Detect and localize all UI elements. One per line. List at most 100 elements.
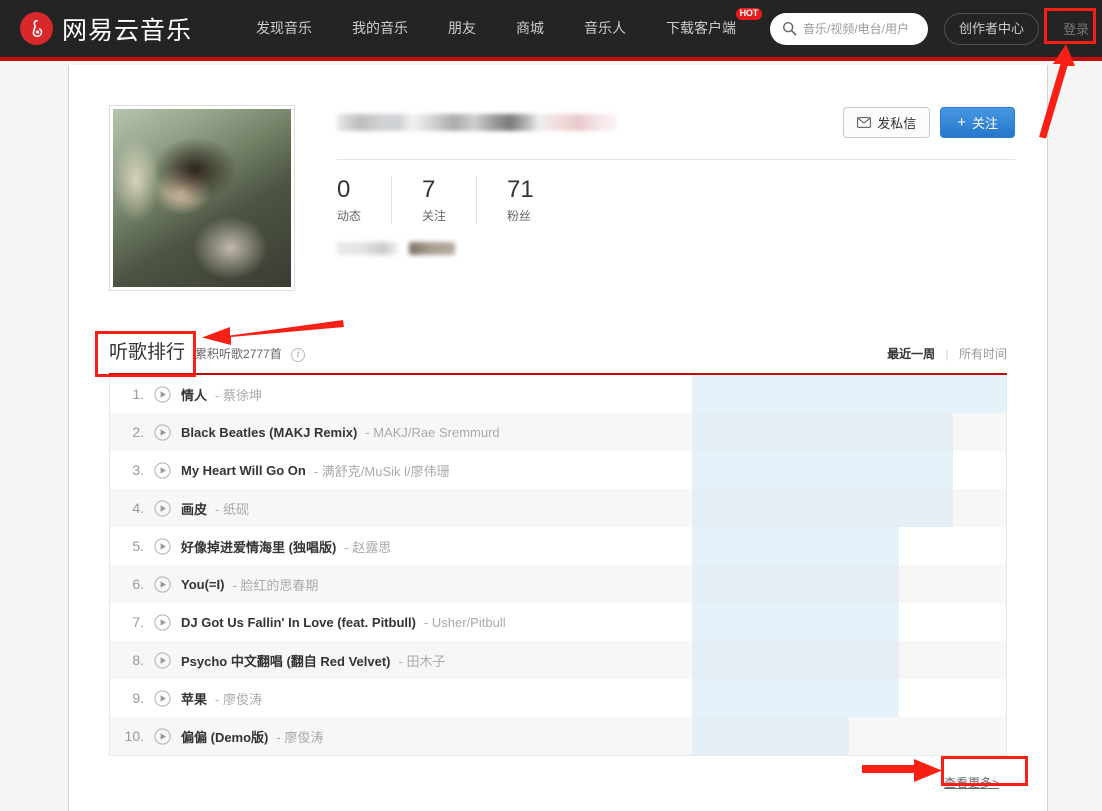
song-artist[interactable]: - 田木子 [399,651,446,670]
song-artist[interactable]: - 满舒克/MuSik l/廖伟珊 [314,461,450,480]
play-icon[interactable] [154,575,171,593]
song-row[interactable]: 3. My Heart Will Go On - 满舒克/MuSik l/廖伟珊 [110,451,1006,489]
song-row[interactable]: 7. DJ Got Us Fallin' In Love (feat. Pitbu… [110,603,1006,641]
stat-label: 粉丝 [507,209,532,223]
period-selector: 最近一周 | 所有时间 [887,345,1007,362]
info-icon[interactable]: i [291,347,306,362]
song-title[interactable]: Black Beatles (MAKJ Remix) [181,425,357,440]
song-row[interactable]: 9. 苹果 - 廖俊涛 [110,679,1006,717]
period-week-tab[interactable]: 最近一周 [887,347,935,361]
nav-label: 下载客户端 [666,20,737,36]
ranking-subtitle-text: 累积听歌2777首 [195,347,282,361]
play-count-bar [692,717,850,755]
avatar[interactable] [109,105,295,291]
play-count-bar [692,679,900,717]
search-input[interactable] [803,21,924,36]
plus-icon: + [957,113,966,131]
follow-button[interactable]: + 关注 [940,106,1015,138]
nav-item-discover[interactable]: 发现音乐 [236,0,332,57]
play-icon[interactable] [154,461,171,479]
stat-value: 71 [507,176,534,203]
nav-item-my-music[interactable]: 我的音乐 [332,0,428,57]
song-artist[interactable]: - 脸红的思春期 [232,575,318,594]
period-separator: | [945,347,949,361]
follow-label: 关注 [971,115,998,131]
stat-following[interactable]: 7 关注 [422,176,478,224]
profile-stats: 0 动态 7 关注 71 粉丝 [337,160,1015,224]
song-row[interactable]: 1. 情人 - 蔡徐坤 [110,375,1006,413]
play-icon[interactable] [154,423,171,441]
song-rank: 4. [132,500,144,516]
song-rank: 8. [132,652,144,668]
song-rank: 9. [132,690,144,706]
song-title[interactable]: DJ Got Us Fallin' In Love (feat. Pitbull… [181,615,416,630]
song-artist[interactable]: - 廖俊涛 [276,727,323,746]
login-button[interactable]: 登录 [1057,15,1095,42]
nav-label: 我的音乐 [352,20,409,36]
stat-events[interactable]: 0 动态 [337,176,393,224]
song-artist[interactable]: - Usher/Pitbull [424,615,506,630]
period-alltime-tab[interactable]: 所有时间 [959,347,1007,361]
nav-item-friends[interactable]: 朋友 [428,0,496,57]
song-artist[interactable]: - 廖俊涛 [215,689,262,708]
song-title[interactable]: 偏偏 (Demo版) [181,727,268,746]
song-artist[interactable]: - 纸砚 [215,499,249,518]
nav-label: 商城 [516,20,545,36]
play-icon[interactable] [154,727,171,745]
play-icon[interactable] [154,651,171,669]
song-row[interactable]: 5. 好像掉进爱情海里 (独唱版) - 赵露思 [110,527,1006,565]
nav-item-store[interactable]: 商城 [496,0,564,57]
nav-item-musician[interactable]: 音乐人 [564,0,646,57]
ranking-section-header: 听歌排行 累积听歌2777首 i 最近一周 | 所有时间 [109,337,1007,375]
nav-label: 音乐人 [584,20,627,36]
stat-value: 0 [337,176,351,203]
play-icon[interactable] [154,613,171,631]
song-title[interactable]: My Heart Will Go On [181,463,306,478]
stat-label: 动态 [337,209,362,223]
song-title[interactable]: 苹果 [181,689,207,708]
site-logo-text: 网易云音乐 [62,16,193,45]
song-title[interactable]: 画皮 [181,499,207,518]
play-count-bar [692,641,900,679]
stat-label: 关注 [422,209,447,223]
song-row[interactable]: 2. Black Beatles (MAKJ Remix) - MAKJ/Rae S… [110,413,1006,451]
profile-tag-redacted [337,242,399,255]
page-title: 听歌排行 [109,342,186,363]
site-logo[interactable]: 网易云音乐 [20,11,192,47]
nav-label: 朋友 [448,20,477,36]
avatar-image [113,109,291,287]
profile-info: 发私信 + 关注 0 动态 7 关注 71 粉丝 [337,105,1015,291]
netease-music-logo-icon [20,12,53,45]
song-title[interactable]: You(=I) [181,577,224,592]
nav-item-download-client[interactable]: 下载客户端 HOT [646,0,763,57]
play-icon[interactable] [154,385,171,403]
stat-followers[interactable]: 71 粉丝 [507,176,564,224]
play-count-bar [692,565,900,603]
song-title[interactable]: Psycho 中文翻唱 (翻自 Red Velvet) [181,651,391,670]
creator-center-button[interactable]: 创作者中心 [944,12,1040,45]
send-message-button[interactable]: 发私信 [843,106,931,138]
song-artist[interactable]: - MAKJ/Rae Sremmurd [365,425,499,440]
view-more-link[interactable]: 查看更多> [936,770,1007,795]
song-artist[interactable]: - 蔡徐坤 [215,385,262,404]
song-row[interactable]: 8. Psycho 中文翻唱 (翻自 Red Velvet) - 田木子 [110,641,1006,679]
play-count-bar [692,413,953,451]
song-rank: 3. [132,462,144,478]
song-row[interactable]: 6. You(=I) - 脸红的思春期 [110,565,1006,603]
song-row[interactable]: 4. 画皮 - 纸砚 [110,489,1006,527]
song-rank: 5. [132,538,144,554]
song-rank: 6. [132,576,144,592]
envelope-icon [857,116,872,128]
ranking-subtitle: 累积听歌2777首 i [195,345,306,362]
play-icon[interactable] [154,499,171,517]
profile-name-row: 发私信 + 关注 [337,105,1015,139]
song-title[interactable]: 情人 [181,385,207,404]
song-rank: 10. [124,728,144,744]
play-icon[interactable] [154,537,171,555]
play-icon[interactable] [154,689,171,707]
song-artist[interactable]: - 赵露思 [344,537,391,556]
song-title[interactable]: 好像掉进爱情海里 (独唱版) [181,537,336,556]
song-row[interactable]: 10. 偏偏 (Demo版) - 廖俊涛 [110,717,1006,755]
search-box[interactable] [770,12,929,45]
top-navigation-bar: 网易云音乐 发现音乐 我的音乐 朋友 商城 音乐人 下载客户端 HOT 创作者中… [0,0,1102,61]
